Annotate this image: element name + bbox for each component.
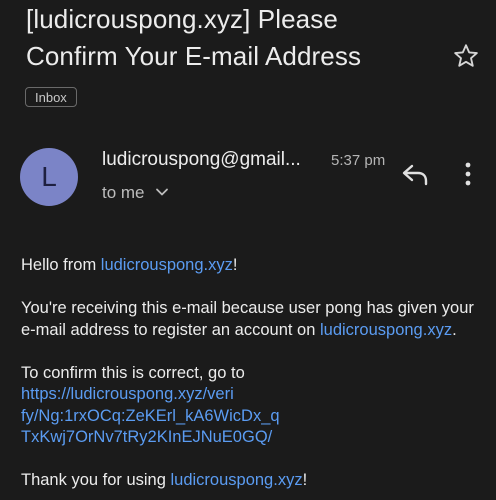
more-vert-icon[interactable] <box>458 160 478 188</box>
chevron-down-icon <box>155 180 169 204</box>
email-subject: [ludicrouspong.xyz] Please Confirm Your … <box>26 4 362 71</box>
email-time: 5:37 pm <box>331 152 386 169</box>
site-link[interactable]: ludicrouspong.xyz <box>171 471 303 489</box>
reply-icon[interactable] <box>400 160 432 188</box>
email-view: [ludicrouspong.xyz] Please Confirm Your … <box>0 0 496 500</box>
registration-paragraph: You're receiving this e-mail because use… <box>21 299 474 339</box>
avatar[interactable]: L <box>20 148 78 206</box>
recipient-label: to me <box>102 183 145 202</box>
star-icon[interactable] <box>452 42 480 70</box>
confirm-link[interactable]: https://ludicrouspong.xyz/veri fy/Ng:1rxO… <box>21 385 280 446</box>
site-link[interactable]: ludicrouspong.xyz <box>101 256 233 274</box>
inbox-label-chip[interactable]: Inbox <box>25 87 77 107</box>
thanks-paragraph: Thank you for using ludicrouspong.xyz! <box>21 471 308 489</box>
recipient-details-toggle[interactable]: to me <box>102 181 169 205</box>
sender-name[interactable]: ludicrouspong@gmail... <box>102 147 301 173</box>
confirm-paragraph: To confirm this is correct, go to https:/… <box>21 363 280 447</box>
greeting-paragraph: Hello from ludicrouspong.xyz! <box>21 256 238 274</box>
site-link[interactable]: ludicrouspong.xyz <box>320 321 452 339</box>
email-body: Hello from ludicrouspong.xyz! You're rec… <box>21 255 481 500</box>
